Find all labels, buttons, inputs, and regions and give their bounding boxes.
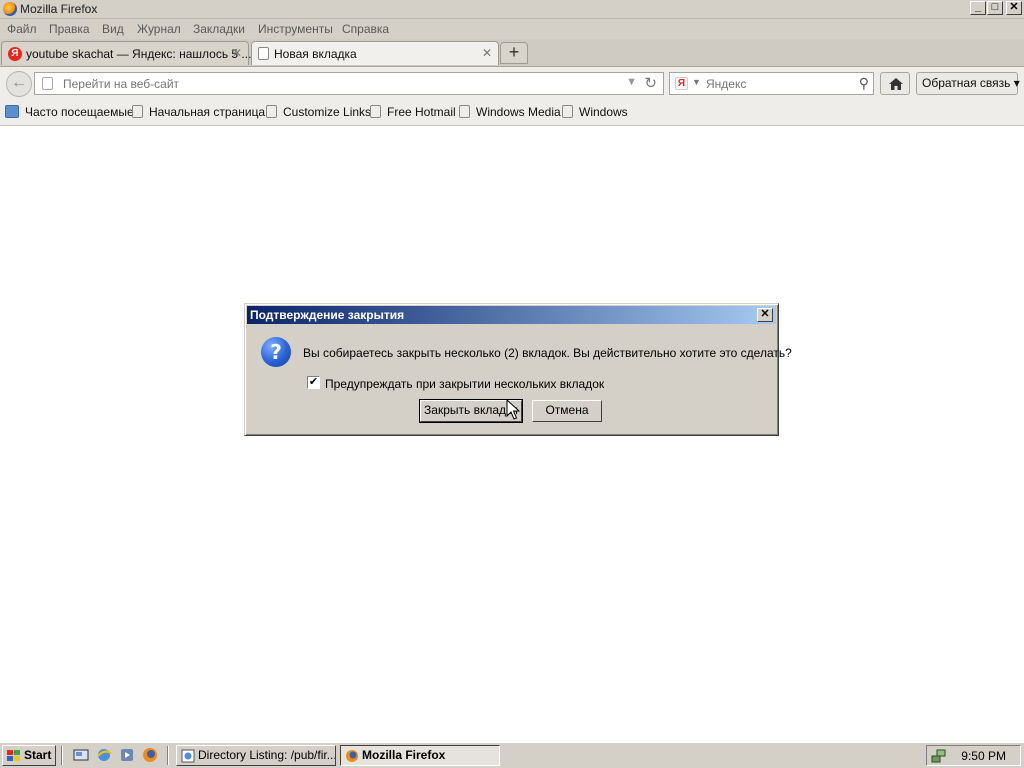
- network-icon[interactable]: [931, 748, 947, 764]
- tab-yandex-search[interactable]: Я youtube skachat — Яндекс: нашлось 5 ..…: [1, 41, 252, 65]
- search-engine-icon[interactable]: Я: [675, 77, 688, 90]
- firefox-logo-icon: [3, 2, 17, 16]
- back-button[interactable]: ←: [6, 71, 32, 97]
- internet-explorer-icon[interactable]: [96, 747, 112, 763]
- start-button[interactable]: Start: [2, 745, 56, 766]
- menu-tools[interactable]: Инструменты: [258, 22, 333, 36]
- blank-page-icon: [370, 105, 381, 118]
- menu-file[interactable]: Файл: [7, 22, 37, 36]
- task-directory-listing[interactable]: Directory Listing: /pub/fir...: [176, 745, 336, 766]
- dialog-title: Подтверждение закрытия: [250, 308, 405, 322]
- search-engine-dropdown-icon[interactable]: ▼: [692, 77, 701, 87]
- media-player-icon[interactable]: [119, 747, 135, 763]
- system-tray: 9:50 PM: [926, 745, 1021, 766]
- maximize-button[interactable]: □: [987, 1, 1003, 15]
- home-icon: [889, 78, 903, 90]
- bookmark-start-page[interactable]: Начальная страница: [132, 105, 265, 121]
- start-label: Start: [24, 748, 52, 762]
- blank-page-icon: [459, 105, 470, 118]
- search-icon[interactable]: ⚲: [859, 75, 869, 92]
- blank-page-icon: [258, 47, 269, 60]
- bookmark-customize-links[interactable]: Customize Links: [266, 105, 371, 121]
- navigation-toolbar: ← ▼ ↻ Я ▼ ⚲ Обратная связь ▾: [0, 67, 1024, 101]
- menu-history[interactable]: Журнал: [137, 22, 181, 36]
- firefox-icon[interactable]: [142, 747, 158, 763]
- most-visited-icon: [5, 105, 19, 118]
- warn-on-close-label[interactable]: Предупреждать при закрытии нескольких вк…: [325, 377, 604, 391]
- site-identity-icon[interactable]: [42, 77, 53, 90]
- bookmark-label: Часто посещаемые: [25, 105, 134, 119]
- dialog-close-button[interactable]: ✕: [757, 308, 773, 322]
- home-button[interactable]: [880, 72, 910, 95]
- tab-close-icon[interactable]: ✕: [482, 46, 492, 60]
- bookmark-free-hotmail[interactable]: Free Hotmail: [370, 105, 456, 121]
- reload-icon[interactable]: ↻: [644, 74, 657, 92]
- bookmark-windows[interactable]: Windows: [562, 105, 628, 121]
- tab-close-icon[interactable]: ✕: [232, 46, 242, 60]
- new-tab-button[interactable]: +: [500, 42, 528, 64]
- bookmark-label: Windows Media: [476, 105, 561, 119]
- bookmark-label: Free Hotmail: [387, 105, 456, 119]
- menu-edit[interactable]: Правка: [49, 22, 90, 36]
- bookmarks-toolbar: Часто посещаемые Начальная страница Cust…: [0, 101, 1024, 126]
- tab-label: youtube skachat — Яндекс: нашлось 5 ...: [26, 47, 252, 61]
- menu-bookmarks[interactable]: Закладки: [193, 22, 245, 36]
- url-history-dropdown-icon[interactable]: ▼: [626, 76, 637, 88]
- bookmark-most-visited[interactable]: Часто посещаемые: [5, 105, 134, 121]
- taskbar-separator: [167, 746, 169, 765]
- window-title: Mozilla Firefox: [20, 2, 98, 16]
- cancel-button[interactable]: Отмена: [532, 400, 602, 422]
- task-label: Directory Listing: /pub/fir...: [198, 748, 336, 762]
- dialog-title-bar[interactable]: Подтверждение закрытия ✕: [247, 306, 776, 324]
- bookmark-windows-media[interactable]: Windows Media: [459, 105, 561, 121]
- bookmark-label: Customize Links: [283, 105, 372, 119]
- task-label: Mozilla Firefox: [362, 748, 446, 762]
- task-mozilla-firefox[interactable]: Mozilla Firefox: [340, 745, 500, 766]
- taskbar-separator: [61, 746, 63, 765]
- question-icon: ?: [261, 337, 291, 367]
- dialog-message: Вы собираетесь закрыть несколько (2) вкл…: [303, 346, 792, 360]
- search-input[interactable]: [706, 75, 846, 92]
- show-desktop-icon[interactable]: [73, 747, 89, 763]
- feedback-button[interactable]: Обратная связь ▾: [916, 72, 1020, 95]
- close-window-button[interactable]: ✕: [1006, 1, 1022, 15]
- taskbar: Start Directory Listing: /pub/fir... Moz…: [0, 742, 1024, 768]
- tab-label: Новая вкладка: [274, 47, 357, 61]
- tab-new-tab[interactable]: Новая вкладка ✕: [251, 41, 499, 65]
- search-bar[interactable]: Я ▼ ⚲: [669, 72, 874, 95]
- bookmark-label: Windows: [579, 105, 628, 119]
- bookmark-label: Начальная страница: [149, 105, 266, 119]
- window-title-bar: Mozilla Firefox _ □ ✕: [0, 0, 1024, 19]
- minimize-button[interactable]: _: [970, 1, 986, 15]
- menu-view[interactable]: Вид: [102, 22, 124, 36]
- yandex-icon: Я: [8, 47, 22, 61]
- ie-page-icon: [181, 749, 195, 763]
- windows-flag-icon: [7, 750, 20, 761]
- menu-help[interactable]: Справка: [342, 22, 389, 36]
- url-input[interactable]: [63, 75, 623, 92]
- menu-bar: Файл Правка Вид Журнал Закладки Инструме…: [0, 19, 1024, 39]
- firefox-icon: [346, 750, 358, 762]
- url-bar[interactable]: ▼ ↻: [34, 72, 664, 95]
- warn-on-close-checkbox[interactable]: ✔: [307, 376, 320, 389]
- blank-page-icon: [132, 105, 143, 118]
- blank-page-icon: [266, 105, 277, 118]
- clock[interactable]: 9:50 PM: [961, 749, 1006, 763]
- mouse-cursor-icon: [506, 399, 521, 420]
- blank-page-icon: [562, 105, 573, 118]
